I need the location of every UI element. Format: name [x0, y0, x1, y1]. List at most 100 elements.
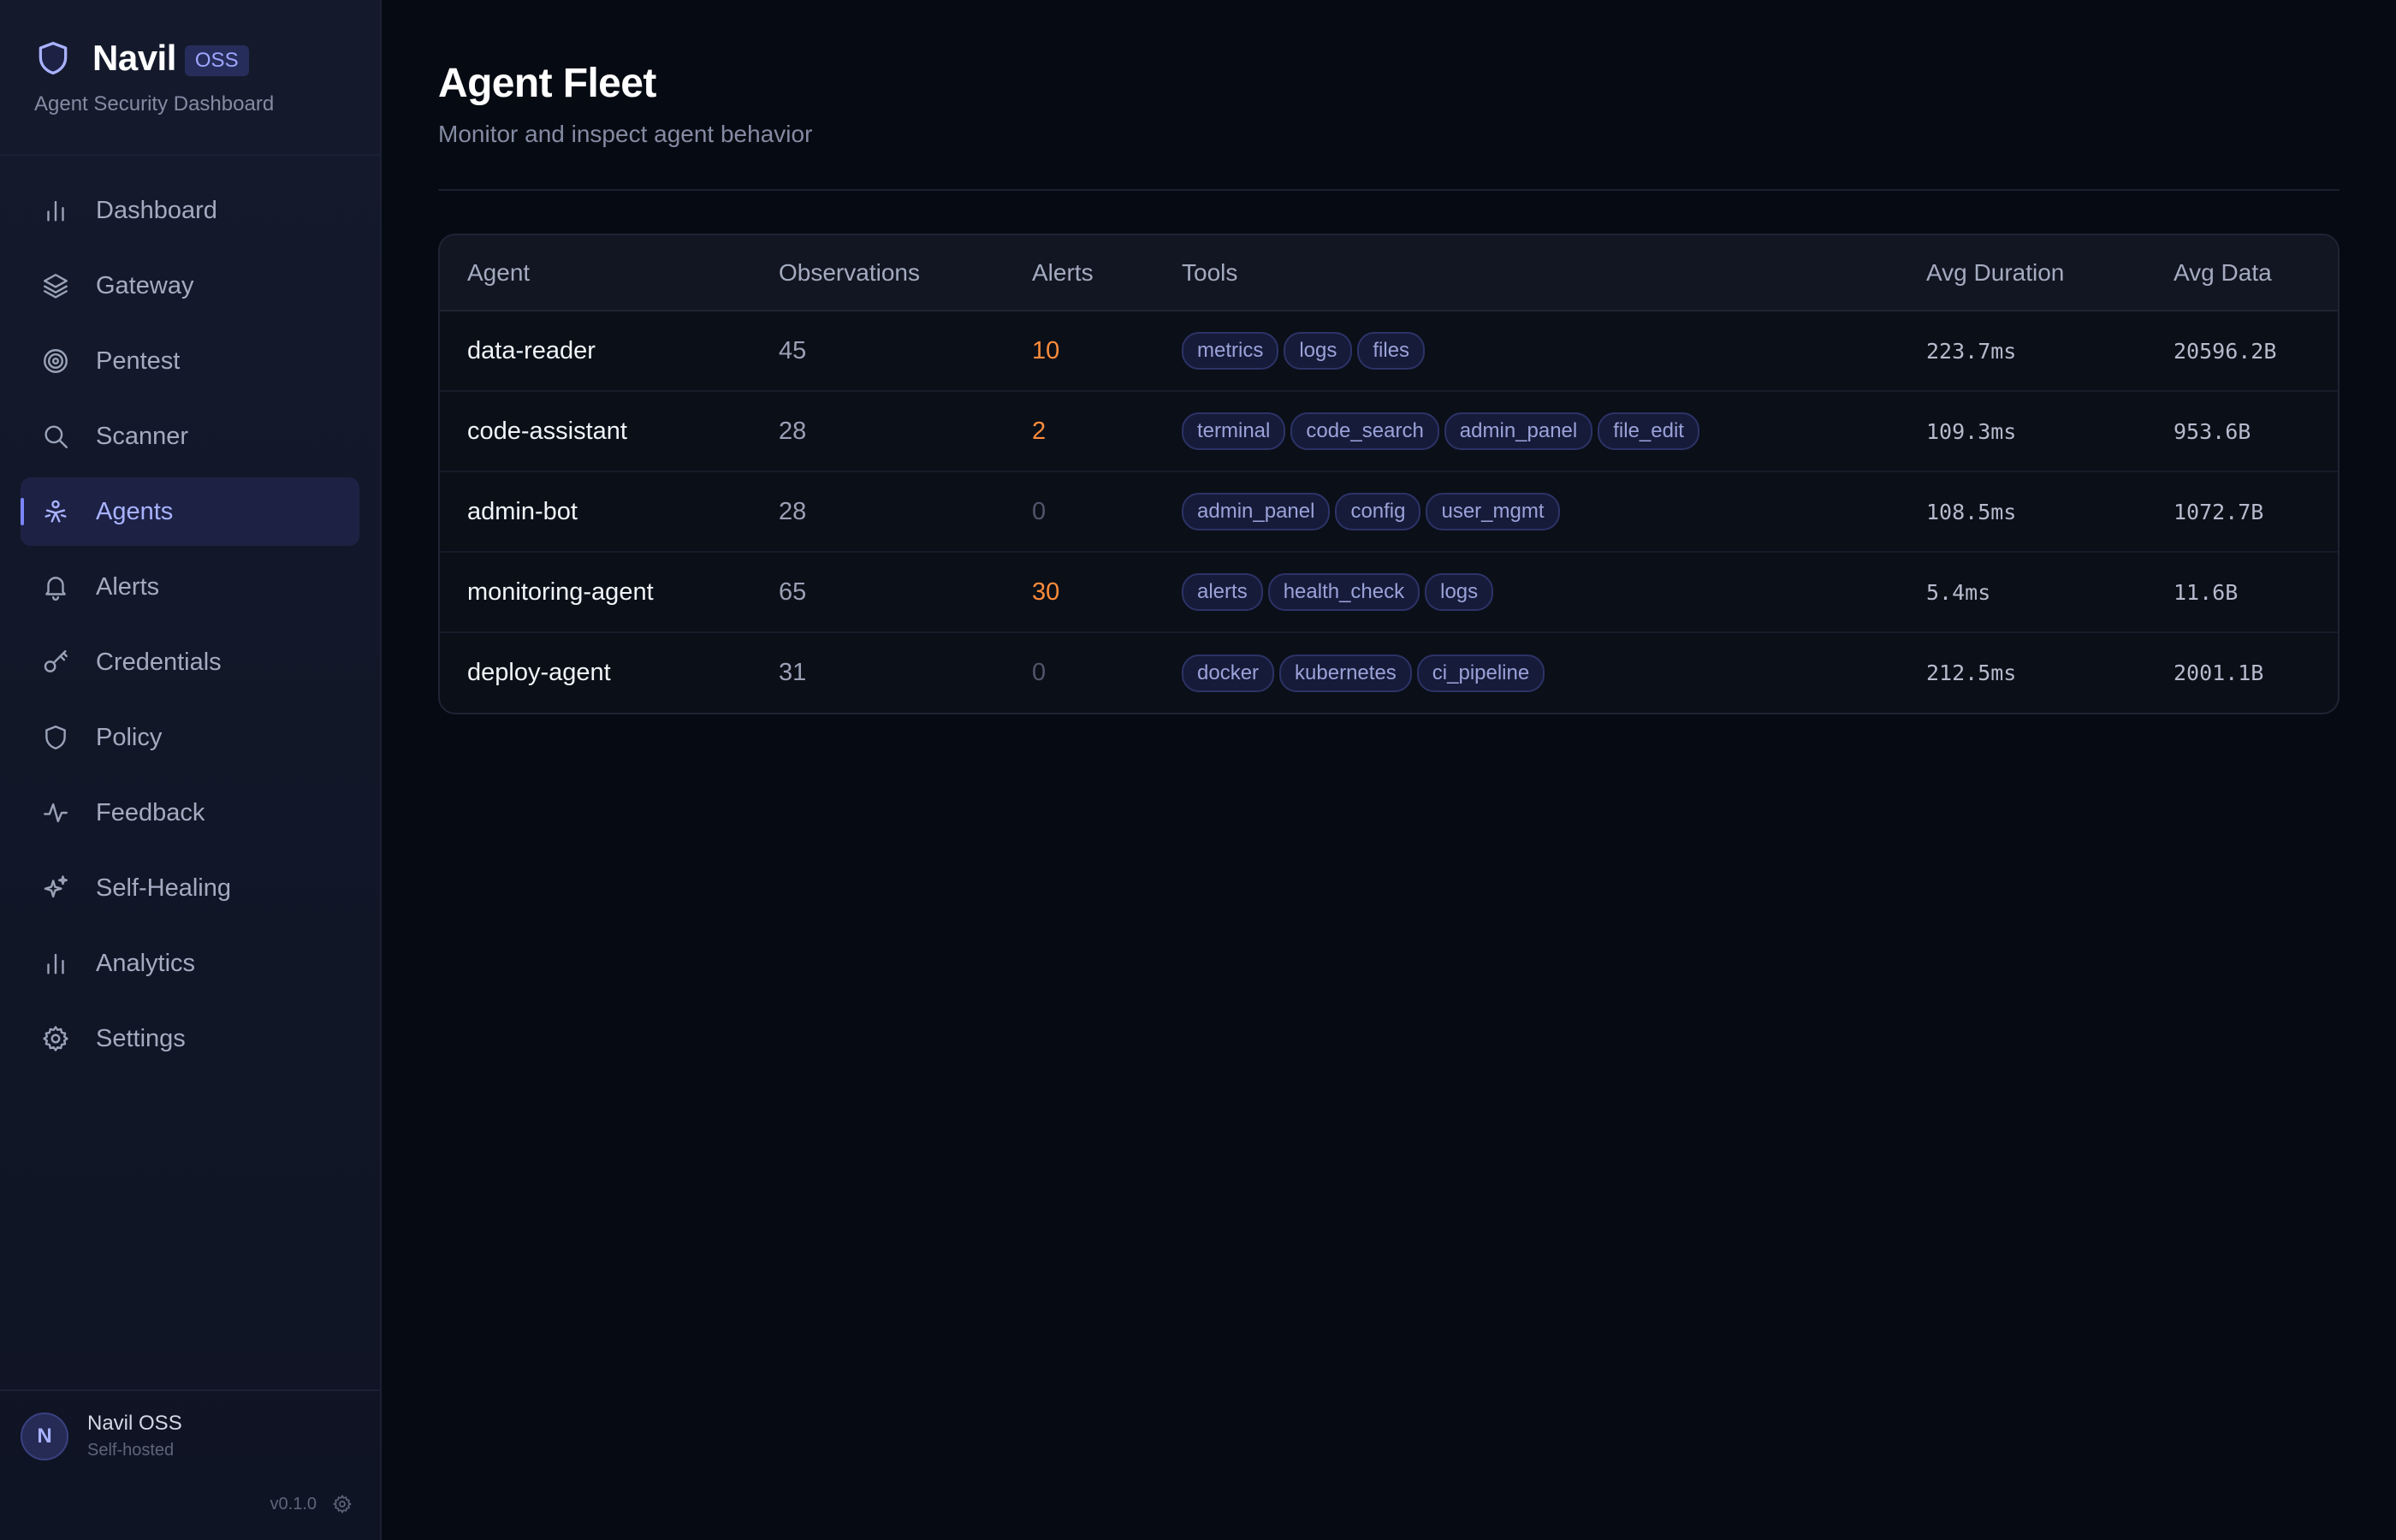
- tool-chip: code_search: [1290, 412, 1439, 450]
- header-divider: [438, 189, 2340, 191]
- sidebar-item-pentest[interactable]: Pentest: [21, 327, 359, 395]
- layers-icon: [41, 271, 70, 300]
- tool-chip: metrics: [1182, 332, 1279, 370]
- sidebar-item-label: Dashboard: [96, 196, 217, 224]
- agent-name: data-reader: [440, 311, 751, 392]
- sidebar-item-credentials[interactable]: Credentials: [21, 628, 359, 696]
- sidebar-item-gateway[interactable]: Gateway: [21, 252, 359, 320]
- app-root: Navil OSS Agent Security Dashboard Dashb…: [0, 0, 2396, 1540]
- sidebar-item-label: Scanner: [96, 422, 189, 450]
- column-header-observations[interactable]: Observations: [751, 235, 1005, 311]
- tool-chip: admin_panel: [1182, 493, 1331, 530]
- brand: Navil OSS Agent Security Dashboard: [0, 0, 380, 156]
- sidebar-item-settings[interactable]: Settings: [21, 1004, 359, 1073]
- brand-name: Navil: [92, 38, 176, 78]
- user-subtitle: Self-hosted: [87, 1441, 175, 1460]
- sidebar-item-label: Analytics: [96, 949, 196, 977]
- sidebar-item-label: Alerts: [96, 572, 160, 601]
- user-profile[interactable]: N Navil OSS Self-hosted: [21, 1412, 359, 1460]
- sidebar-footer: N Navil OSS Self-hosted v0.1.0: [0, 1389, 380, 1540]
- tool-chip: config: [1335, 493, 1421, 530]
- sidebar-item-label: Settings: [96, 1024, 186, 1052]
- tool-chip: user_mgmt: [1426, 493, 1560, 530]
- brand-subtitle: Agent Security Dashboard: [34, 92, 275, 116]
- avatar: N: [21, 1412, 68, 1460]
- alerts-count: 2: [1005, 391, 1154, 472]
- sidebar-item-label: Policy: [96, 723, 163, 751]
- alerts-count: 0: [1005, 471, 1154, 553]
- avg-data: 11.6B: [2146, 552, 2338, 633]
- column-header-avg-data[interactable]: Avg Data: [2146, 235, 2338, 311]
- shield-icon: [41, 723, 70, 752]
- table-row[interactable]: monitoring-agent 65 30 alerts health_chec…: [440, 552, 2338, 633]
- tools-cell: alerts health_check logs: [1154, 552, 1899, 633]
- avg-data: 2001.1B: [2174, 660, 2264, 685]
- sidebar-item-dashboard[interactable]: Dashboard: [21, 176, 359, 245]
- tool-chip: alerts: [1182, 573, 1263, 611]
- avg-data: 953.6B: [2146, 391, 2338, 472]
- alerts-count: 0: [1032, 659, 1047, 686]
- avg-data: 1072.7B: [2146, 471, 2338, 553]
- page-title: Agent Fleet: [438, 61, 656, 106]
- avg-duration: 212.5ms: [1926, 660, 2017, 685]
- shield-logo-icon: [34, 36, 75, 80]
- version-label: v0.1.0: [270, 1494, 317, 1513]
- avg-duration: 5.4ms: [1899, 552, 2146, 633]
- alerts-count: 30: [1005, 552, 1154, 633]
- sidebar-item-agents[interactable]: Agents: [21, 477, 359, 546]
- sidebar-item-feedback[interactable]: Feedback: [21, 779, 359, 847]
- column-header-agent[interactable]: Agent: [440, 235, 751, 311]
- tools-cell: admin_panel config user_mgmt: [1154, 471, 1899, 553]
- table-row[interactable]: deploy-agent 31 0 docker kubernetes ci_pip…: [440, 632, 2338, 713]
- avg-duration: 223.7ms: [1899, 311, 2146, 392]
- tool-chip: ci_pipeline: [1416, 654, 1545, 692]
- search-icon: [41, 422, 70, 451]
- sidebar-item-label: Gateway: [96, 271, 194, 299]
- observations-count: 65: [751, 552, 1005, 633]
- alerts-count: 10: [1005, 311, 1154, 392]
- table-row[interactable]: code-assistant 28 2 terminal code_search a…: [440, 391, 2338, 472]
- column-header-tools[interactable]: Tools: [1154, 235, 1899, 311]
- gear-icon: [41, 1024, 70, 1053]
- observations-count: 45: [751, 311, 1005, 392]
- sidebar-item-alerts[interactable]: Alerts: [21, 553, 359, 621]
- user-info: Navil OSS Self-hosted: [87, 1412, 182, 1460]
- tool-chip: kubernetes: [1279, 654, 1412, 692]
- tool-chip: admin_panel: [1444, 412, 1593, 450]
- sidebar-item-label: Agents: [96, 497, 174, 525]
- agents-table: Agent Observations Alerts Tools Avg Dura…: [440, 235, 2338, 713]
- agent-icon: [41, 497, 70, 526]
- column-header-alerts[interactable]: Alerts: [1005, 235, 1154, 311]
- sidebar-item-label: Feedback: [96, 798, 205, 826]
- avg-data: 20596.2B: [2146, 311, 2338, 392]
- table-row[interactable]: data-reader 45 10 metrics logs files 223.7…: [440, 311, 2338, 392]
- bell-icon: [41, 572, 70, 601]
- footer-settings-icon[interactable]: [332, 1494, 353, 1514]
- bar-chart-icon: [41, 196, 70, 225]
- main-content: Agent Fleet Monitor and inspect agent be…: [382, 0, 2396, 1540]
- tool-chip: health_check: [1267, 573, 1420, 611]
- user-name: Navil OSS: [87, 1412, 182, 1435]
- observations-count: 28: [751, 471, 1005, 553]
- agent-name: code-assistant: [440, 391, 751, 472]
- brand-row: Navil OSS: [34, 34, 346, 82]
- activity-icon: [41, 798, 70, 827]
- sidebar: Navil OSS Agent Security Dashboard Dashb…: [0, 0, 382, 1540]
- target-icon: [41, 346, 70, 376]
- sidebar-item-scanner[interactable]: Scanner: [21, 402, 359, 471]
- avg-duration: 108.5ms: [1899, 471, 2146, 553]
- sidebar-item-analytics[interactable]: Analytics: [21, 929, 359, 998]
- sidebar-item-policy[interactable]: Policy: [21, 703, 359, 772]
- tool-chip: files: [1357, 332, 1426, 370]
- table-header-row: Agent Observations Alerts Tools Avg Dura…: [440, 235, 2338, 311]
- bar-chart-icon: [41, 949, 70, 978]
- sidebar-item-self-healing[interactable]: Self-Healing: [21, 854, 359, 922]
- table-row[interactable]: admin-bot 28 0 admin_panel config user_mgm…: [440, 471, 2338, 553]
- sidebar-item-label: Self-Healing: [96, 874, 231, 902]
- column-header-avg-duration[interactable]: Avg Duration: [1899, 235, 2146, 311]
- tool-chip: docker: [1182, 654, 1275, 692]
- sidebar-item-label: Pentest: [96, 346, 181, 375]
- tools-cell: metrics logs files: [1154, 311, 1899, 392]
- avg-duration: 109.3ms: [1899, 391, 2146, 472]
- sidebar-nav: Dashboard Gateway Pentest Scanner Agents…: [0, 156, 380, 1080]
